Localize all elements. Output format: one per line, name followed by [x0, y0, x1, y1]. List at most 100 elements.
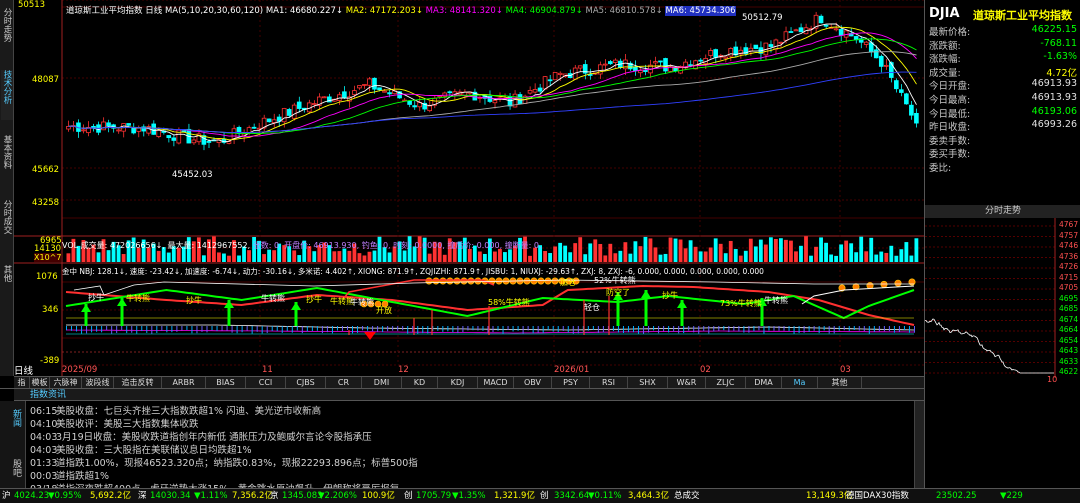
- candle-body: [231, 128, 237, 140]
- indicator-annotation: 52%牛转熊: [594, 276, 636, 285]
- tab-fundamentals[interactable]: 基本资料: [1, 135, 13, 185]
- indicator-bar: [81, 326, 83, 334]
- timeshare-time-label: 10: [1047, 375, 1058, 384]
- indicator-bar: [352, 326, 354, 334]
- indicator-bar: [246, 326, 248, 331]
- candle-body: [91, 125, 96, 128]
- y-label-top: 50513: [18, 0, 46, 10]
- indicator-bar: [693, 326, 695, 333]
- indicator-bar: [627, 326, 629, 333]
- indicator-bar: [91, 326, 93, 333]
- news-item[interactable]: 01:33道指跌1.00%，现报46523.320点；纳指跌0.83%，现报22…: [30, 455, 418, 469]
- candle-body: [838, 29, 844, 36]
- volume-bar: [563, 245, 568, 262]
- status-item: 23502.25: [936, 491, 977, 501]
- side-tab-news[interactable]: 新闻: [11, 409, 23, 427]
- timeshare-price-label: 4674: [1059, 314, 1079, 324]
- candle-body: [101, 121, 106, 131]
- indicator-bar: [477, 326, 479, 331]
- indicator-bar: [758, 326, 760, 331]
- tab-trades[interactable]: 分时成交: [1, 200, 13, 250]
- candle-body: [106, 122, 111, 127]
- indicator-bar: [708, 326, 710, 334]
- candle-body: [728, 48, 734, 57]
- signal-dot: [460, 277, 468, 285]
- news-scrollbar[interactable]: [914, 401, 924, 489]
- candle-body: [873, 49, 879, 59]
- quote-row: 今日最高: 46913.93: [927, 92, 1079, 106]
- news-item[interactable]: 04:033月19日收盘：美股收跌道指创年内新低 通胀压力及鲍威尔言论令股指承压: [30, 429, 372, 443]
- candle-body: [723, 56, 729, 59]
- indicator-bar: [76, 326, 78, 332]
- indicator-bar: [557, 326, 559, 333]
- tab-technical[interactable]: 技术分析: [1, 70, 13, 120]
- indicator-bar: [728, 326, 730, 333]
- indicator-bar: [261, 326, 263, 334]
- volume-bar: [227, 255, 231, 262]
- volume-bar: [658, 254, 663, 262]
- chart-area[interactable]: 道琼斯工业平均指数 日线 MA(5,10,20,30,60,120) MA1: …: [14, 0, 924, 377]
- y-label-4: 43258: [32, 198, 60, 208]
- candle-body: [783, 31, 789, 41]
- candle-body: [116, 129, 121, 132]
- tab-timeshare[interactable]: 分时走势: [1, 8, 13, 58]
- timeshare-chart[interactable]: [925, 218, 1080, 388]
- status-item: 7,356.2亿: [232, 491, 273, 501]
- quote-label: 今日开盘:: [929, 81, 971, 93]
- indicator-bar: [733, 326, 735, 331]
- candle-body: [914, 113, 919, 124]
- candle-body: [81, 129, 86, 132]
- indicator-bar: [512, 326, 514, 332]
- candle-body: [342, 91, 347, 99]
- volume-bar: [663, 253, 668, 262]
- news-item[interactable]: 04:10美股收评：美股三大指数集体收跌: [30, 416, 199, 430]
- vol-unit: X10^7: [34, 253, 62, 262]
- quote-row: 昨日收盘: 46993.26: [927, 119, 1079, 133]
- indicator-bar: [66, 326, 67, 331]
- volume-bar: [683, 248, 688, 262]
- quote-row: 委卖手数:: [927, 133, 1079, 147]
- indicator-bar: [392, 326, 394, 331]
- status-item: 京: [270, 491, 279, 501]
- candle-body: [447, 91, 453, 94]
- news-item[interactable]: 04:03美股收盘：三大股指在美联储议息日均跌超1%: [30, 442, 252, 456]
- indicator-annotation: 58%牛转熊: [488, 298, 530, 307]
- indicator-bar: [617, 326, 619, 333]
- vol-extra: 张数: 0, 开盘价: 46913.930, 钓鱼: 0, 时刻: 0.0000…: [252, 241, 542, 250]
- side-tab-forum[interactable]: 股吧: [11, 459, 23, 477]
- indicator-bar: [552, 326, 554, 332]
- news-item[interactable]: 00:03道指跌超1%: [30, 468, 109, 482]
- signal-dot: [474, 277, 482, 285]
- candle-body: [407, 100, 412, 105]
- news-item[interactable]: 06:15美股收盘：七巨头齐挫三大指数跌超1% 闪迪、美光逆市收新高: [30, 403, 321, 417]
- volume-bar: [673, 238, 678, 262]
- volume-bar: [728, 240, 733, 262]
- volume-bar: [698, 251, 703, 262]
- kline-chart[interactable]: [14, 0, 924, 376]
- timeshare-title[interactable]: 分时走势: [925, 205, 1080, 218]
- day-label[interactable]: 日线: [14, 363, 34, 377]
- tab-other[interactable]: 其他: [1, 265, 13, 295]
- timeshare-price-label: 4654: [1059, 335, 1079, 345]
- indicator-bar: [763, 326, 765, 334]
- indicator-bar: [462, 326, 464, 333]
- news-tab[interactable]: 指数资讯: [30, 389, 66, 401]
- indicator-tab-bar: 指标模板六脉神剑波段线追击反转ARBRBIASCCICJBSCRDMIKDKDJ…: [14, 376, 924, 399]
- status-item: 14030.34: [150, 491, 191, 501]
- indicator-bar: [818, 326, 820, 334]
- candle-body: [613, 59, 618, 63]
- volume-bar: [66, 253, 71, 262]
- volume-bar: [367, 251, 372, 262]
- volume-bar: [613, 253, 618, 262]
- candle-body: [372, 77, 377, 90]
- volume-bar: [568, 252, 573, 262]
- signal-dot: [866, 282, 874, 290]
- indicator-bar: [156, 326, 158, 333]
- volume-bar: [166, 252, 171, 262]
- quote-code: DJIA: [929, 6, 960, 21]
- quote-label: 最新价格:: [929, 27, 971, 38]
- candle-body: [281, 108, 287, 123]
- candle-body: [894, 80, 899, 90]
- indicator-bar: [878, 326, 880, 332]
- y-label-2: 48087: [32, 75, 60, 85]
